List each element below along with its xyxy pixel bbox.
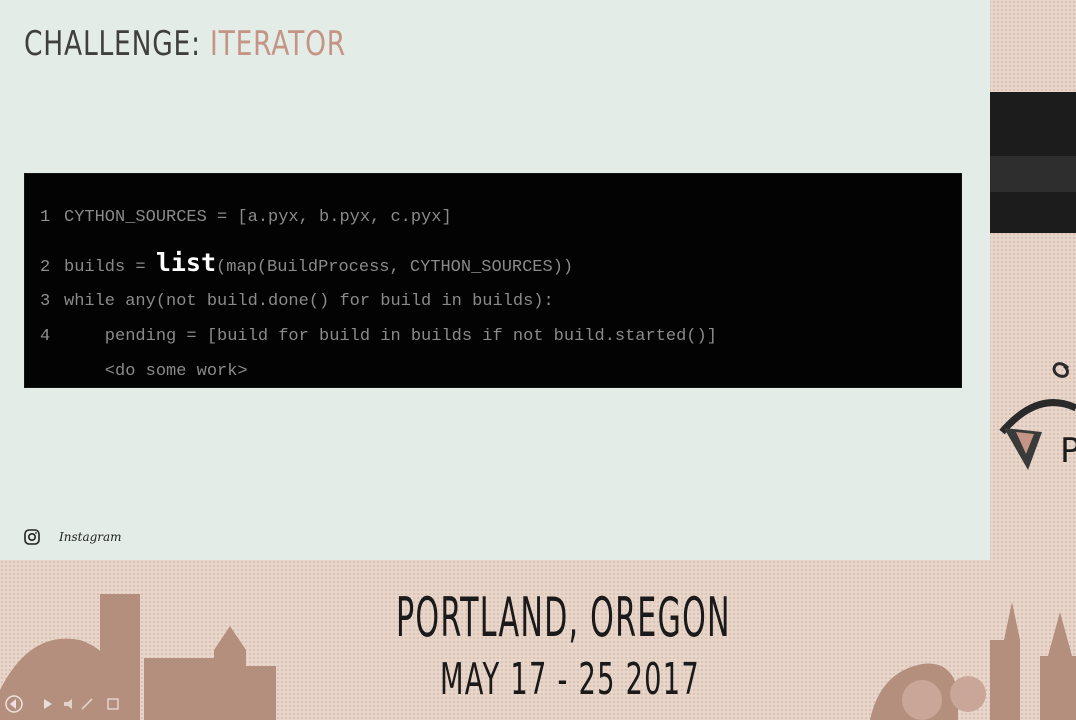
line-number: 2 bbox=[40, 258, 51, 277]
rewind-icon[interactable] bbox=[5, 695, 23, 713]
instagram-label: Instagram bbox=[59, 530, 122, 544]
logo-arch-icon bbox=[999, 399, 1076, 435]
code-line: 2 builds = list(map(BuildProcess, CYTHON_… bbox=[40, 248, 574, 277]
code-line: <do some work> bbox=[40, 362, 248, 390]
instagram-icon bbox=[24, 529, 40, 545]
code-text: while any(not build.done() for build in … bbox=[64, 292, 554, 311]
code-text: <do some work> bbox=[64, 362, 248, 381]
line-number: 3 bbox=[40, 292, 51, 311]
presentation-slide: CHALLENGE: ITERATOR 1 CYTHON_SOURCES = [a… bbox=[0, 0, 990, 560]
code-highlight: list bbox=[155, 248, 217, 277]
pen-icon[interactable] bbox=[81, 698, 93, 710]
play-icon[interactable] bbox=[44, 699, 52, 709]
line-number: 4 bbox=[40, 327, 51, 346]
code-line: 1 CYTHON_SOURCES = [a.pyx, b.pyx, c.pyx] bbox=[40, 208, 452, 236]
conference-logo-mark: P bbox=[999, 362, 1076, 471]
slide-title: CHALLENGE: ITERATOR bbox=[24, 24, 346, 64]
settings-icon[interactable] bbox=[107, 698, 119, 710]
slide-title-prefix: CHALLENGE: bbox=[24, 24, 201, 64]
code-line: 4 pending = [build for build in builds i… bbox=[40, 327, 717, 355]
video-controls[interactable] bbox=[4, 694, 134, 714]
code-text: builds = bbox=[64, 258, 156, 277]
code-block: 1 CYTHON_SOURCES = [a.pyx, b.pyx, c.pyx] … bbox=[24, 173, 962, 388]
event-dates: MAY 17 - 25 2017 bbox=[440, 654, 700, 705]
event-location: PORTLAND, OREGON bbox=[396, 586, 731, 649]
volume-icon[interactable] bbox=[64, 699, 72, 709]
code-text: CYTHON_SOURCES = [a.pyx, b.pyx, c.pyx] bbox=[64, 208, 452, 227]
logo-swirl-icon bbox=[1052, 362, 1070, 378]
line-number: 1 bbox=[40, 208, 51, 227]
background-photo-panel bbox=[990, 92, 1076, 233]
code-line: 3 while any(not build.done() for build in… bbox=[40, 292, 554, 320]
slide-title-highlight: ITERATOR bbox=[210, 24, 346, 64]
logo-letter: P bbox=[1060, 431, 1076, 471]
code-text: pending = [build for build in builds if … bbox=[64, 327, 717, 346]
code-text: (map(BuildProcess, CYTHON_SOURCES)) bbox=[216, 258, 574, 277]
